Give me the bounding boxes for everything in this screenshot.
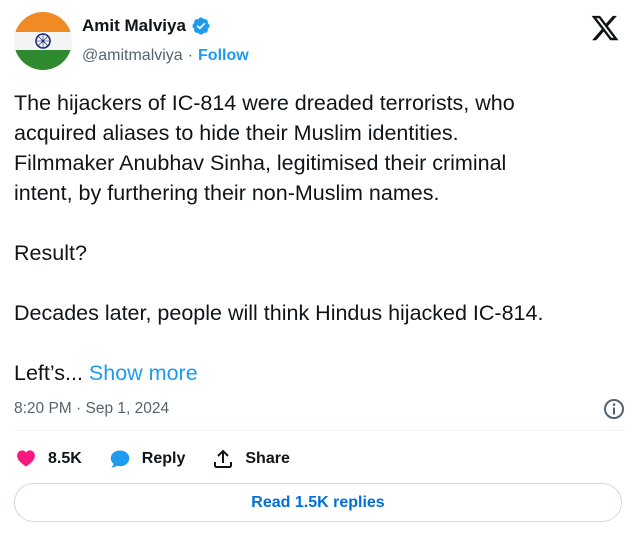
show-more-link[interactable]: Show more (89, 361, 198, 385)
author-handle[interactable]: @amitmalviya (82, 47, 183, 65)
tweet-header: Amit Malviya @amitmalviya · Follow (14, 12, 626, 72)
share-label: Share (245, 450, 290, 467)
divider (14, 430, 626, 431)
x-logo-icon[interactable] (590, 14, 620, 42)
read-replies-button[interactable]: Read 1.5K replies (14, 483, 622, 522)
tweet-line: acquired aliases to hide their Muslim id… (14, 121, 459, 145)
share-button[interactable]: Share (211, 447, 290, 471)
name-row: Amit Malviya (82, 16, 211, 36)
tweet-line: Result? (14, 241, 87, 265)
tweet-line: Filmmaker Anubhav Sinha, legitimised the… (14, 151, 507, 175)
india-flag-avatar (14, 12, 72, 70)
separator-dot: · (187, 47, 194, 64)
avatar[interactable] (14, 12, 72, 70)
like-count: 8.5K (48, 450, 82, 467)
tweet-line: intent, by furthering their non-Muslim n… (14, 181, 440, 205)
handle-row: @amitmalviya · Follow (82, 47, 249, 65)
heart-icon (17, 450, 35, 467)
tweet-text: The hijackers of IC-814 were dreaded ter… (14, 88, 626, 388)
display-name[interactable]: Amit Malviya (82, 16, 186, 36)
tweet-line: The hijackers of IC-814 were dreaded ter… (14, 91, 515, 115)
tweet-last-line: Left’s... Show more (14, 358, 626, 388)
reply-bubble-icon (110, 450, 130, 468)
verified-badge-icon (191, 16, 211, 36)
share-icon (214, 449, 233, 468)
timestamp[interactable]: 8:20 PM · Sep 1, 2024 (14, 400, 169, 418)
info-icon[interactable] (602, 397, 626, 421)
reply-button[interactable]: Reply (108, 447, 186, 471)
like-button[interactable]: 8.5K (14, 447, 82, 471)
tweet-meta: 8:20 PM · Sep 1, 2024 (14, 397, 626, 421)
reply-label: Reply (141, 450, 186, 467)
action-bar: 8.5K Reply Share (14, 444, 316, 474)
follow-button[interactable]: Follow (198, 47, 249, 65)
tweet-line: Left’s... (14, 361, 83, 385)
tweet-line: Decades later, people will think Hindus … (14, 301, 544, 325)
